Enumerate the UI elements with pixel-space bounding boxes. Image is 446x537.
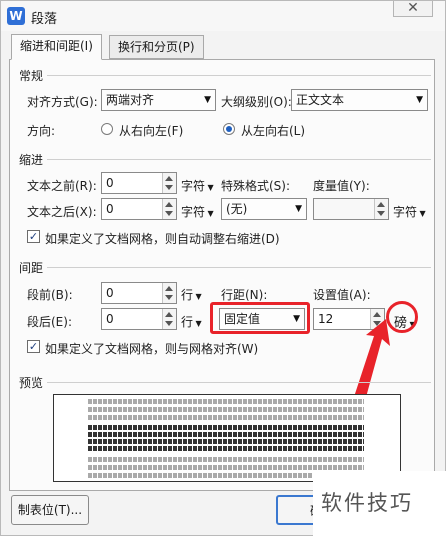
watermark: 软件技巧: [313, 471, 446, 537]
watermark-text: 软件技巧: [321, 491, 413, 515]
section-preview: 预览: [19, 376, 44, 390]
preview-text-line: [88, 425, 364, 430]
preview-text-line: [88, 446, 364, 451]
preview-text-line: [88, 415, 364, 420]
preview-text-line: [88, 399, 364, 404]
preview-pane: [53, 394, 401, 482]
preview-text-line: [88, 465, 364, 470]
preview-text-line: [88, 439, 364, 444]
divider: [47, 382, 431, 383]
preview-text-line: [88, 457, 364, 462]
paragraph-dialog: W 段落 ✕ 缩进和间距(I) 换行和分页(P) 常规 对齐方式(G): 两端对…: [0, 0, 446, 537]
preview-text-line: [88, 407, 364, 412]
preview-text-line: [88, 432, 364, 437]
tab-stops-button[interactable]: 制表位(T)...: [11, 495, 89, 525]
